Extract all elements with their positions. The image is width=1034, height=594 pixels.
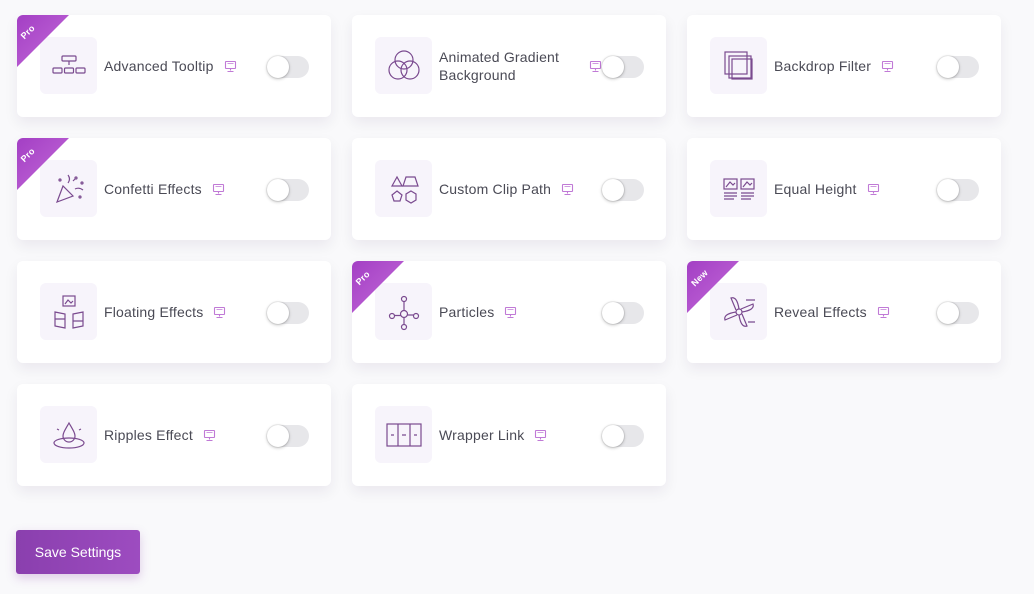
floating-panels-icon [40, 283, 97, 340]
ripple-drop-icon [40, 406, 97, 463]
monitor-icon[interactable] [867, 183, 880, 196]
widget-card-particles: Particles Pro [352, 261, 666, 363]
monitor-icon[interactable] [504, 306, 517, 319]
widget-label: Backdrop Filter [774, 58, 872, 74]
shapes-icon [375, 160, 432, 217]
equal-columns-icon [710, 160, 767, 217]
badge-label: Pro [18, 145, 37, 165]
widget-toggle[interactable] [937, 56, 979, 78]
monitor-icon[interactable] [212, 183, 225, 196]
widget-card-confetti-effects: Confetti Effects Pro [17, 138, 331, 240]
widget-card-equal-height: Equal Height [687, 138, 1001, 240]
widget-toggle[interactable] [602, 179, 644, 201]
widget-label: Particles [439, 304, 495, 320]
widget-label: Equal Height [774, 181, 857, 197]
gradient-circles-icon [375, 37, 432, 94]
widget-toggle[interactable] [602, 302, 644, 324]
monitor-icon[interactable] [203, 429, 216, 442]
widget-toggle[interactable] [602, 56, 644, 78]
widget-toggle[interactable] [937, 179, 979, 201]
particles-icon [375, 283, 432, 340]
widget-label: Ripples Effect [104, 427, 193, 443]
widget-label: Wrapper Link [439, 427, 525, 443]
widget-toggle[interactable] [267, 302, 309, 324]
tooltip-icon [40, 37, 97, 94]
widget-card-ripples-effect: Ripples Effect [17, 384, 331, 486]
badge-label: Pro [353, 268, 372, 288]
widget-card-advanced-tooltip: Advanced Tooltip Pro [17, 15, 331, 117]
party-popper-icon [40, 160, 97, 217]
widget-label: Floating Effects [104, 304, 204, 320]
widget-toggle[interactable] [267, 56, 309, 78]
widget-card-reveal-effects: Reveal Effects New [687, 261, 1001, 363]
widget-card-wrapper-link: Wrapper Link [352, 384, 666, 486]
widget-toggle[interactable] [602, 425, 644, 447]
widget-card-custom-clip-path: Custom Clip Path [352, 138, 666, 240]
widget-toggle[interactable] [937, 302, 979, 324]
badge-label: New [689, 267, 710, 289]
monitor-icon[interactable] [534, 429, 547, 442]
monitor-icon[interactable] [213, 306, 226, 319]
layers-icon [710, 37, 767, 94]
reveal-icon [710, 283, 767, 340]
monitor-icon[interactable] [589, 60, 602, 73]
widget-toggle[interactable] [267, 179, 309, 201]
widget-label: Reveal Effects [774, 304, 867, 320]
widget-toggle[interactable] [267, 425, 309, 447]
save-settings-button[interactable]: Save Settings [16, 530, 140, 574]
widget-card-animated-gradient-background: Animated Gradient Background [352, 15, 666, 117]
widget-card-backdrop-filter: Backdrop Filter [687, 15, 1001, 117]
widget-label: Custom Clip Path [439, 181, 552, 197]
monitor-icon[interactable] [561, 183, 574, 196]
monitor-icon[interactable] [877, 306, 890, 319]
widget-label: Advanced Tooltip [104, 58, 214, 74]
widget-label: Animated Gradient Background [439, 49, 560, 83]
widget-card-floating-effects: Floating Effects [17, 261, 331, 363]
badge-label: Pro [18, 22, 37, 42]
monitor-icon[interactable] [881, 60, 894, 73]
widget-label: Confetti Effects [104, 181, 202, 197]
monitor-icon[interactable] [224, 60, 237, 73]
wrapper-link-icon [375, 406, 432, 463]
